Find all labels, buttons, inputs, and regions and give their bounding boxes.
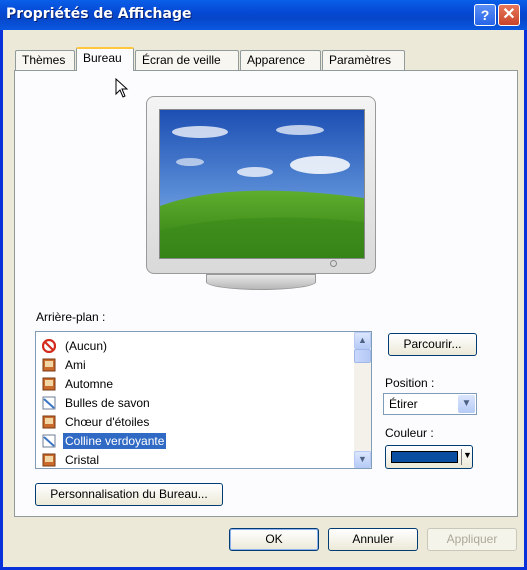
scroll-thumb[interactable]: [354, 349, 371, 363]
scroll-up-icon[interactable]: ▲: [354, 332, 371, 349]
tab-bureau[interactable]: Bureau: [76, 47, 134, 71]
none-icon: [42, 339, 56, 353]
list-item-ami[interactable]: Ami: [36, 355, 354, 375]
background-label: Arrière-plan :: [36, 310, 106, 324]
bitmap-file-icon: [42, 434, 56, 448]
list-item-bulles-de-savon[interactable]: Bulles de savon: [36, 393, 354, 413]
list-item-label: Automne: [65, 377, 114, 391]
list-item-automne[interactable]: Automne: [36, 374, 354, 394]
help-button[interactable]: ?: [474, 4, 496, 26]
list-item-aucun[interactable]: (Aucun): [36, 336, 354, 356]
customize-desktop-button[interactable]: Personnalisation du Bureau...: [35, 483, 223, 506]
color-label: Couleur :: [385, 426, 434, 440]
monitor-frame: [146, 96, 376, 274]
monitor-power-led: [330, 260, 337, 267]
close-button[interactable]: ✕: [498, 4, 520, 26]
color-swatch: [391, 451, 458, 463]
color-button-divider: [461, 449, 462, 465]
apply-button[interactable]: Appliquer: [427, 528, 517, 551]
tab-themes[interactable]: Thèmes: [15, 50, 75, 70]
position-select-value: Étirer: [389, 397, 418, 411]
cancel-button[interactable]: Annuler: [328, 528, 418, 551]
title-bar[interactable]: Propriétés de Affichage ? ✕: [0, 0, 527, 30]
list-item-label: Ami: [65, 358, 86, 372]
mouse-pointer-icon: [115, 78, 129, 98]
list-item-label: Colline verdoyante: [63, 433, 167, 449]
window-title: Propriétés de Affichage: [6, 6, 192, 22]
listbox-scrollbar[interactable]: ▲ ▼: [354, 332, 371, 468]
ok-button[interactable]: OK: [229, 528, 319, 551]
desktop-preview-monitor: [146, 96, 376, 292]
position-label: Position :: [385, 376, 435, 390]
tab-parametres[interactable]: Paramètres: [322, 50, 405, 70]
position-select[interactable]: Étirer ▼: [383, 393, 477, 415]
list-item-label: Chœur d'étoiles: [65, 415, 150, 429]
tab-ecran-de-veille[interactable]: Écran de veille: [135, 50, 239, 70]
list-item-label: (Aucun): [65, 339, 108, 353]
wallpaper-preview: [159, 109, 365, 259]
monitor-stand: [206, 274, 316, 290]
image-file-icon: [42, 453, 56, 467]
list-item-choeur-detoiles[interactable]: Chœur d'étoiles: [36, 412, 354, 432]
bitmap-file-icon: [42, 396, 56, 410]
background-listbox[interactable]: (Aucun) Ami Automne Bulles de savon Chœu…: [35, 331, 372, 469]
browse-button[interactable]: Parcourir...: [388, 333, 477, 356]
list-item-cristal[interactable]: Cristal: [36, 450, 354, 468]
list-item-label: Bulles de savon: [65, 396, 150, 410]
chevron-down-icon[interactable]: ▼: [458, 395, 475, 413]
scroll-down-icon[interactable]: ▼: [354, 451, 371, 468]
tab-apparence[interactable]: Apparence: [240, 50, 321, 70]
color-picker-button[interactable]: ▼: [385, 445, 473, 469]
image-file-icon: [42, 358, 56, 372]
image-file-icon: [42, 377, 56, 391]
chevron-down-icon: ▼: [463, 450, 472, 460]
image-file-icon: [42, 415, 56, 429]
list-item-label: Cristal: [65, 453, 100, 467]
list-item-colline-verdoyante[interactable]: Colline verdoyante: [36, 431, 354, 451]
